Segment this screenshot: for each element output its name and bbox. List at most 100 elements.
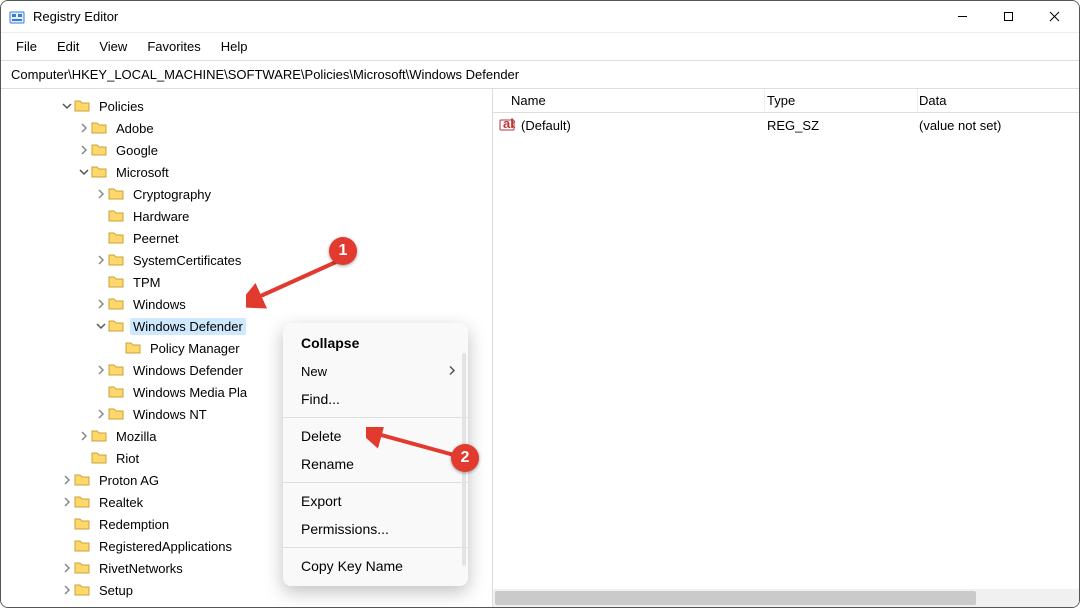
maximize-button[interactable] bbox=[985, 2, 1031, 32]
folder-icon bbox=[74, 494, 90, 510]
context-menu-copy-key-name[interactable]: Copy Key Name bbox=[283, 552, 468, 580]
value-data: (value not set) bbox=[919, 118, 1001, 133]
chevron-right-icon[interactable] bbox=[94, 363, 108, 377]
tree-item-policies[interactable]: Policies bbox=[1, 95, 492, 117]
menu-view[interactable]: View bbox=[90, 37, 136, 56]
values-list[interactable]: ab (Default) REG_SZ (value not set) bbox=[493, 113, 1079, 607]
chevron-right-icon[interactable] bbox=[94, 253, 108, 267]
chevron-down-icon[interactable] bbox=[60, 99, 74, 113]
tree-item-label: Realtek bbox=[96, 494, 146, 511]
context-menu-new[interactable]: New bbox=[283, 357, 468, 385]
folder-icon bbox=[74, 472, 90, 488]
folder-icon bbox=[74, 582, 90, 598]
folder-icon bbox=[108, 406, 124, 422]
minimize-button[interactable] bbox=[939, 2, 985, 32]
folder-icon bbox=[108, 208, 124, 224]
context-menu-find[interactable]: Find... bbox=[283, 385, 468, 413]
menu-help[interactable]: Help bbox=[212, 37, 257, 56]
context-menu-rename[interactable]: Rename bbox=[283, 450, 468, 478]
folder-icon bbox=[108, 252, 124, 268]
context-menu: Collapse New Find... Delete Rename Expor… bbox=[283, 323, 468, 586]
context-menu-separator bbox=[283, 547, 468, 548]
tree-item-google[interactable]: Google bbox=[1, 139, 492, 161]
tree-item-windows[interactable]: Windows bbox=[1, 293, 492, 315]
context-menu-separator bbox=[283, 417, 468, 418]
tree-item-label: Cryptography bbox=[130, 186, 214, 203]
tree-item-hardware[interactable]: Hardware bbox=[1, 205, 492, 227]
chevron-right-icon[interactable] bbox=[94, 407, 108, 421]
chevron-right-icon[interactable] bbox=[60, 495, 74, 509]
menu-edit[interactable]: Edit bbox=[48, 37, 88, 56]
tree-item-label: Redemption bbox=[96, 516, 172, 533]
scrollbar-thumb[interactable] bbox=[495, 591, 976, 605]
chevron-right-icon[interactable] bbox=[77, 121, 91, 135]
horizontal-scrollbar[interactable] bbox=[493, 589, 1079, 607]
tree-item-tpm[interactable]: TPM bbox=[1, 271, 492, 293]
column-data[interactable]: Data bbox=[919, 93, 946, 108]
values-pane: Name Type Data ab (Default) REG_SZ (valu… bbox=[493, 89, 1079, 607]
context-menu-delete[interactable]: Delete bbox=[283, 422, 468, 450]
context-menu-label: New bbox=[301, 364, 327, 379]
folder-icon bbox=[108, 384, 124, 400]
chevron-right-icon[interactable] bbox=[94, 187, 108, 201]
folder-icon bbox=[74, 560, 90, 576]
folder-icon bbox=[91, 164, 107, 180]
registry-editor-window: Registry Editor File Edit View Favorites… bbox=[0, 0, 1080, 608]
context-menu-separator bbox=[283, 482, 468, 483]
annotation-marker-1: 1 bbox=[329, 237, 357, 265]
menu-favorites[interactable]: Favorites bbox=[138, 37, 209, 56]
tree-item-label: Proton AG bbox=[96, 472, 162, 489]
tree-item-cryptography[interactable]: Cryptography bbox=[1, 183, 492, 205]
tree-item-peernet[interactable]: Peernet bbox=[1, 227, 492, 249]
app-icon bbox=[9, 9, 25, 25]
tree-item-adobe[interactable]: Adobe bbox=[1, 117, 492, 139]
folder-icon bbox=[91, 450, 107, 466]
chevron-right-icon[interactable] bbox=[77, 143, 91, 157]
tree-item-microsoft[interactable]: Microsoft bbox=[1, 161, 492, 183]
context-menu-export[interactable]: Export bbox=[283, 487, 468, 515]
folder-icon bbox=[74, 516, 90, 532]
folder-icon bbox=[108, 296, 124, 312]
folder-icon bbox=[91, 428, 107, 444]
tree-item-label: Policy Manager bbox=[147, 340, 243, 357]
chevron-right-icon[interactable] bbox=[77, 429, 91, 443]
chevron-right-icon[interactable] bbox=[60, 473, 74, 487]
context-menu-permissions[interactable]: Permissions... bbox=[283, 515, 468, 543]
folder-icon bbox=[74, 98, 90, 114]
folder-icon bbox=[108, 186, 124, 202]
chevron-right-icon[interactable] bbox=[60, 561, 74, 575]
tree-item-label: Google bbox=[113, 142, 161, 159]
chevron-right-icon[interactable] bbox=[60, 583, 74, 597]
folder-icon bbox=[125, 340, 141, 356]
menubar: File Edit View Favorites Help bbox=[1, 33, 1079, 61]
address-bar[interactable]: Computer\HKEY_LOCAL_MACHINE\SOFTWARE\Pol… bbox=[1, 61, 1079, 89]
tree-item-label: RegisteredApplications bbox=[96, 538, 235, 555]
folder-icon bbox=[74, 538, 90, 554]
chevron-down-icon[interactable] bbox=[94, 319, 108, 333]
column-name[interactable]: Name bbox=[511, 93, 767, 108]
tree-item-label: Policies bbox=[96, 98, 147, 115]
tree-item-label: Riot bbox=[113, 450, 142, 467]
folder-icon bbox=[91, 142, 107, 158]
tree-item-label: Windows bbox=[130, 296, 189, 313]
close-button[interactable] bbox=[1031, 2, 1077, 32]
tree-item-label: Peernet bbox=[130, 230, 182, 247]
tree-item-label: Windows Defender bbox=[130, 362, 246, 379]
chevron-right-icon bbox=[448, 364, 456, 379]
tree-item-label: Windows NT bbox=[130, 406, 210, 423]
context-menu-collapse[interactable]: Collapse bbox=[283, 329, 468, 357]
chevron-right-icon[interactable] bbox=[94, 297, 108, 311]
chevron-down-icon[interactable] bbox=[77, 165, 91, 179]
list-row[interactable]: ab (Default) REG_SZ (value not set) bbox=[493, 113, 1079, 137]
tree-item-label: Microsoft bbox=[113, 164, 172, 181]
tree-item-systemcertificates[interactable]: SystemCertificates bbox=[1, 249, 492, 271]
body: Policies Adobe Google Microsoft bbox=[1, 89, 1079, 607]
string-value-icon: ab bbox=[499, 117, 515, 133]
tree-pane[interactable]: Policies Adobe Google Microsoft bbox=[1, 89, 493, 607]
tree-item-label: Windows Media Pla bbox=[130, 384, 250, 401]
column-type[interactable]: Type bbox=[767, 93, 919, 108]
menu-file[interactable]: File bbox=[7, 37, 46, 56]
value-type: REG_SZ bbox=[767, 118, 919, 133]
tree-item-label: RivetNetworks bbox=[96, 560, 186, 577]
folder-icon bbox=[108, 274, 124, 290]
